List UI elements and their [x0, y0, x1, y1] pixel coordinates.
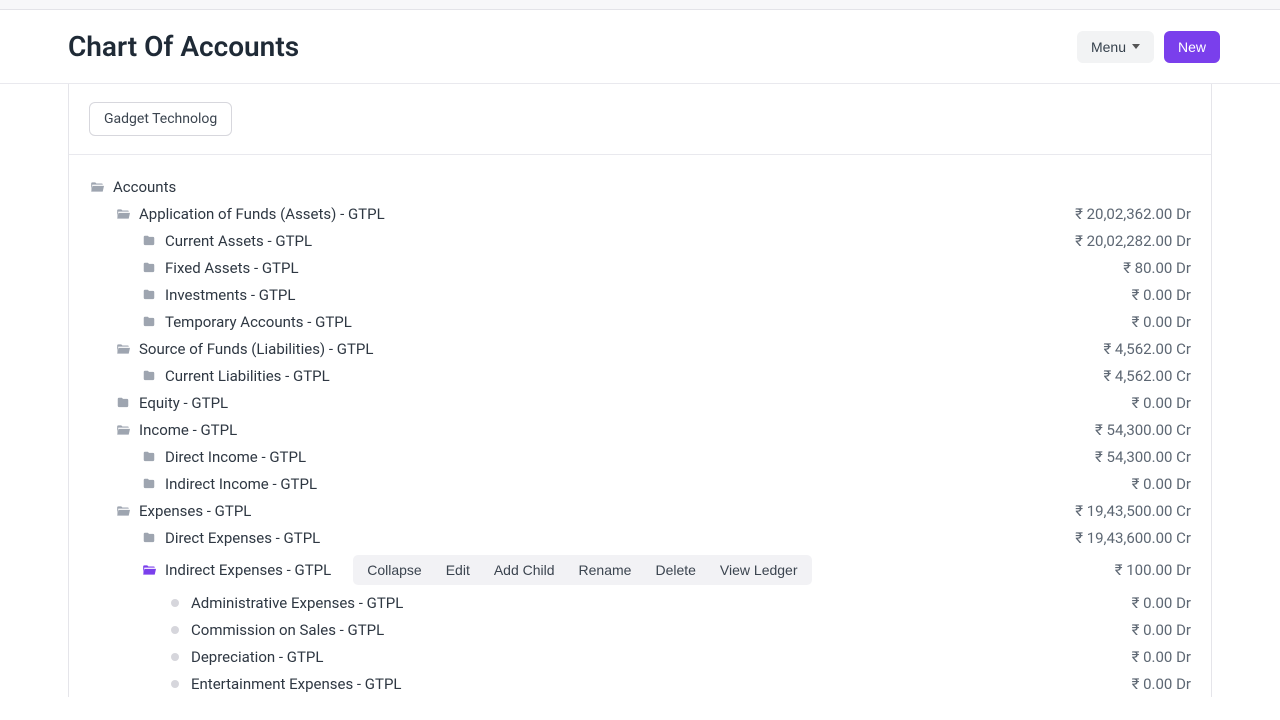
edit-button[interactable]: Edit	[436, 558, 480, 582]
tree-node-label: Fixed Assets - GTPL	[165, 259, 299, 277]
folder-icon	[141, 369, 157, 383]
tree-node-label: Administrative Expenses - GTPL	[191, 594, 403, 612]
tree-node-balance: ₹ 54,300.00 Cr	[1083, 448, 1191, 466]
tree-node[interactable]: Current Assets - GTPL ₹ 20,02,282.00 Dr	[89, 227, 1191, 254]
leaf-dot-icon	[171, 653, 179, 661]
tree-node-balance: ₹ 19,43,500.00 Cr	[1063, 502, 1191, 520]
tree-node[interactable]: Income - GTPL ₹ 54,300.00 Cr	[89, 416, 1191, 443]
page-body: Gadget Technolog Accounts Application of…	[0, 84, 1280, 697]
tree-node[interactable]: Application of Funds (Assets) - GTPL ₹ 20…	[89, 200, 1191, 227]
leaf-dot-icon	[171, 680, 179, 688]
tree-node-balance: ₹ 100.00 Dr	[1103, 561, 1191, 579]
tree-node[interactable]: Entertainment Expenses - GTPL ₹ 0.00 Dr	[89, 670, 1191, 697]
folder-icon	[115, 396, 131, 410]
tree-node-balance: ₹ 0.00 Dr	[1120, 313, 1191, 331]
tree-node-label: Current Liabilities - GTPL	[165, 367, 330, 385]
folder-open-icon	[141, 563, 157, 577]
tree-node-balance: ₹ 4,562.00 Cr	[1091, 340, 1191, 358]
tree-node-label: Direct Income - GTPL	[165, 448, 306, 466]
delete-button[interactable]: Delete	[645, 558, 705, 582]
tree-node-balance: ₹ 0.00 Dr	[1120, 475, 1191, 493]
folder-open-icon	[115, 423, 131, 437]
tree-root[interactable]: Accounts	[89, 173, 1191, 200]
tree-node[interactable]: Administrative Expenses - GTPL ₹ 0.00 Dr	[89, 589, 1191, 616]
tree-node-label: Equity - GTPL	[139, 394, 228, 412]
collapse-button[interactable]: Collapse	[357, 558, 431, 582]
tree-node-label: Indirect Income - GTPL	[165, 475, 317, 493]
company-filter-row: Gadget Technolog	[69, 84, 1211, 155]
chevron-down-icon	[1132, 44, 1140, 49]
tree-node-balance: ₹ 0.00 Dr	[1120, 286, 1191, 304]
tree-node-label: Direct Expenses - GTPL	[165, 529, 320, 547]
tree-node[interactable]: Equity - GTPL ₹ 0.00 Dr	[89, 389, 1191, 416]
folder-open-icon	[89, 180, 105, 194]
folder-open-icon	[115, 342, 131, 356]
folder-icon	[141, 450, 157, 464]
tree-node-balance: ₹ 80.00 Dr	[1111, 259, 1191, 277]
tree-node-label: Entertainment Expenses - GTPL	[191, 675, 402, 693]
folder-icon	[141, 477, 157, 491]
tree-node[interactable]: Indirect Expenses - GTPL CollapseEditAdd …	[89, 551, 1191, 589]
tree-node-label: Income - GTPL	[139, 421, 237, 439]
tree-node-balance: ₹ 20,02,282.00 Dr	[1063, 232, 1191, 250]
page-header: Chart Of Accounts Menu New	[0, 10, 1280, 84]
accounts-card: Gadget Technolog Accounts Application of…	[68, 84, 1212, 697]
tree-node[interactable]: Expenses - GTPL ₹ 19,43,500.00 Cr	[89, 497, 1191, 524]
leaf-dot-icon	[171, 626, 179, 634]
rename-button[interactable]: Rename	[569, 558, 642, 582]
view-ledger-button[interactable]: View Ledger	[710, 558, 808, 582]
folder-icon	[141, 234, 157, 248]
tree-node-balance: ₹ 0.00 Dr	[1120, 648, 1191, 666]
menu-button[interactable]: Menu	[1077, 31, 1154, 63]
tree-node-label: Current Assets - GTPL	[165, 232, 312, 250]
tree-node[interactable]: Current Liabilities - GTPL ₹ 4,562.00 Cr	[89, 362, 1191, 389]
tree-node-label: Commission on Sales - GTPL	[191, 621, 384, 639]
tree-node-label: Expenses - GTPL	[139, 502, 251, 520]
folder-icon	[141, 288, 157, 302]
folder-open-icon	[115, 504, 131, 518]
tree-node-label: Application of Funds (Assets) - GTPL	[139, 205, 385, 223]
tree-node-label: Investments - GTPL	[165, 286, 295, 304]
leaf-dot-icon	[171, 599, 179, 607]
tree-node[interactable]: Indirect Income - GTPL ₹ 0.00 Dr	[89, 470, 1191, 497]
accounts-tree: Accounts Application of Funds (Assets) -…	[69, 155, 1211, 697]
folder-open-icon	[115, 207, 131, 221]
tree-node[interactable]: Direct Expenses - GTPL ₹ 19,43,600.00 Cr	[89, 524, 1191, 551]
tree-root-label: Accounts	[113, 178, 176, 196]
tree-node-label: Depreciation - GTPL	[191, 648, 323, 666]
tree-node-balance: ₹ 4,562.00 Cr	[1091, 367, 1191, 385]
tree-node[interactable]: Direct Income - GTPL ₹ 54,300.00 Cr	[89, 443, 1191, 470]
tree-node-label: Source of Funds (Liabilities) - GTPL	[139, 340, 373, 358]
folder-icon	[141, 315, 157, 329]
tree-node-balance: ₹ 0.00 Dr	[1120, 594, 1191, 612]
tree-node-label: Indirect Expenses - GTPL	[165, 561, 331, 579]
tree-node-balance: ₹ 0.00 Dr	[1120, 675, 1191, 693]
tree-node-balance: ₹ 19,43,600.00 Cr	[1063, 529, 1191, 547]
company-filter[interactable]: Gadget Technolog	[89, 102, 232, 136]
tree-node-balance: ₹ 0.00 Dr	[1120, 621, 1191, 639]
folder-icon	[141, 261, 157, 275]
tree-node[interactable]: Investments - GTPL ₹ 0.00 Dr	[89, 281, 1191, 308]
node-toolbar: CollapseEditAdd ChildRenameDeleteView Le…	[353, 555, 811, 585]
new-button[interactable]: New	[1164, 31, 1220, 63]
tree-node-balance: ₹ 54,300.00 Cr	[1083, 421, 1191, 439]
tree-node[interactable]: Depreciation - GTPL ₹ 0.00 Dr	[89, 643, 1191, 670]
tree-node[interactable]: Fixed Assets - GTPL ₹ 80.00 Dr	[89, 254, 1191, 281]
menu-button-label: Menu	[1091, 39, 1126, 55]
tree-node[interactable]: Source of Funds (Liabilities) - GTPL ₹ 4,…	[89, 335, 1191, 362]
tree-node-balance: ₹ 0.00 Dr	[1120, 394, 1191, 412]
tree-node[interactable]: Temporary Accounts - GTPL ₹ 0.00 Dr	[89, 308, 1191, 335]
tree-node-balance: ₹ 20,02,362.00 Dr	[1063, 205, 1191, 223]
tree-node-label: Temporary Accounts - GTPL	[165, 313, 352, 331]
top-bar	[0, 0, 1280, 10]
tree-node[interactable]: Commission on Sales - GTPL ₹ 0.00 Dr	[89, 616, 1191, 643]
add-child-button[interactable]: Add Child	[484, 558, 565, 582]
folder-icon	[141, 531, 157, 545]
header-actions: Menu New	[1077, 31, 1220, 63]
page-title: Chart Of Accounts	[68, 30, 299, 63]
